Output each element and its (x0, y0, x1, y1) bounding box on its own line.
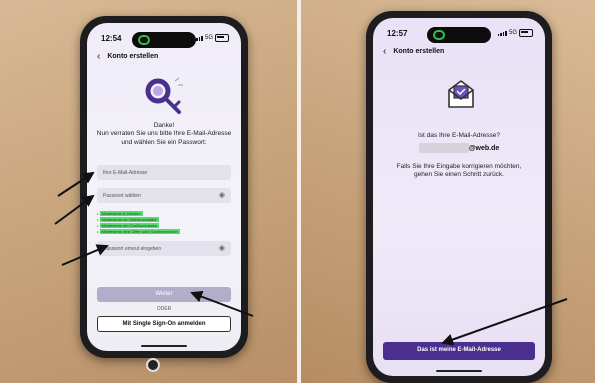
arrow-to-continue-button (190, 290, 254, 317)
arrow-to-password-field (54, 194, 95, 225)
annotation-arrows (54, 171, 568, 346)
arrow-to-confirm-button (441, 298, 568, 346)
arrow-to-email-field (57, 171, 95, 197)
arrow-to-password-repeat-field (61, 244, 109, 266)
